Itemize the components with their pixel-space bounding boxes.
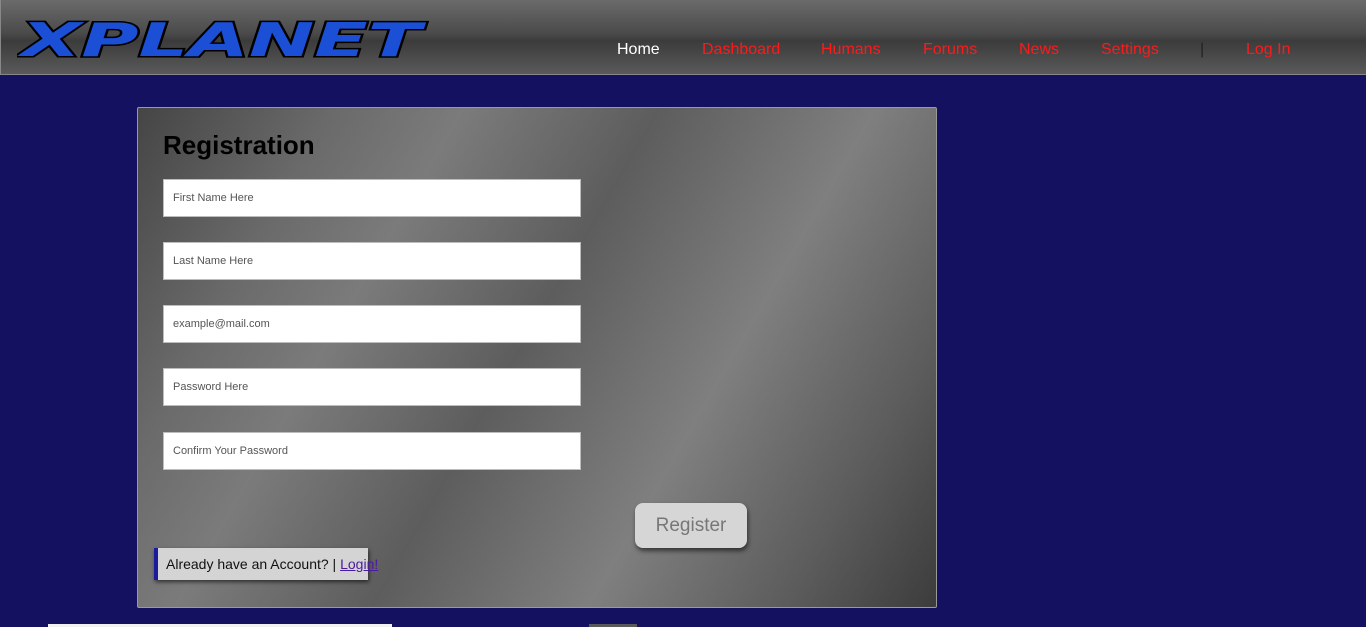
first-name-field[interactable] <box>163 179 581 217</box>
registration-panel: Registration Register Already have an Ac… <box>137 107 937 608</box>
top-navigation-bar: XPLANET Home Dashboard Humans Forums New… <box>0 0 1366 75</box>
password-field[interactable] <box>163 368 581 406</box>
login-link[interactable]: Login! <box>340 556 378 572</box>
confirm-password-field[interactable] <box>163 432 581 470</box>
login-prompt-box: Already have an Account? | Login! <box>154 548 378 580</box>
registration-title: Registration <box>163 130 315 160</box>
nav-login[interactable]: Log In <box>1246 40 1290 60</box>
nav-forums[interactable]: Forums <box>923 40 977 60</box>
account-prompt-text: Already have an Account? | <box>166 556 337 572</box>
main-nav: Home Dashboard Humans Forums News Settin… <box>1 40 1366 62</box>
nav-humans[interactable]: Humans <box>821 40 881 60</box>
nav-settings[interactable]: Settings <box>1101 40 1159 60</box>
register-button[interactable]: Register <box>635 503 747 548</box>
nav-news[interactable]: News <box>1019 40 1059 60</box>
email-field[interactable] <box>163 305 581 343</box>
nav-dashboard[interactable]: Dashboard <box>702 40 780 60</box>
nav-home[interactable]: Home <box>617 40 660 60</box>
last-name-field[interactable] <box>163 242 581 280</box>
nav-separator: | <box>1200 41 1205 58</box>
